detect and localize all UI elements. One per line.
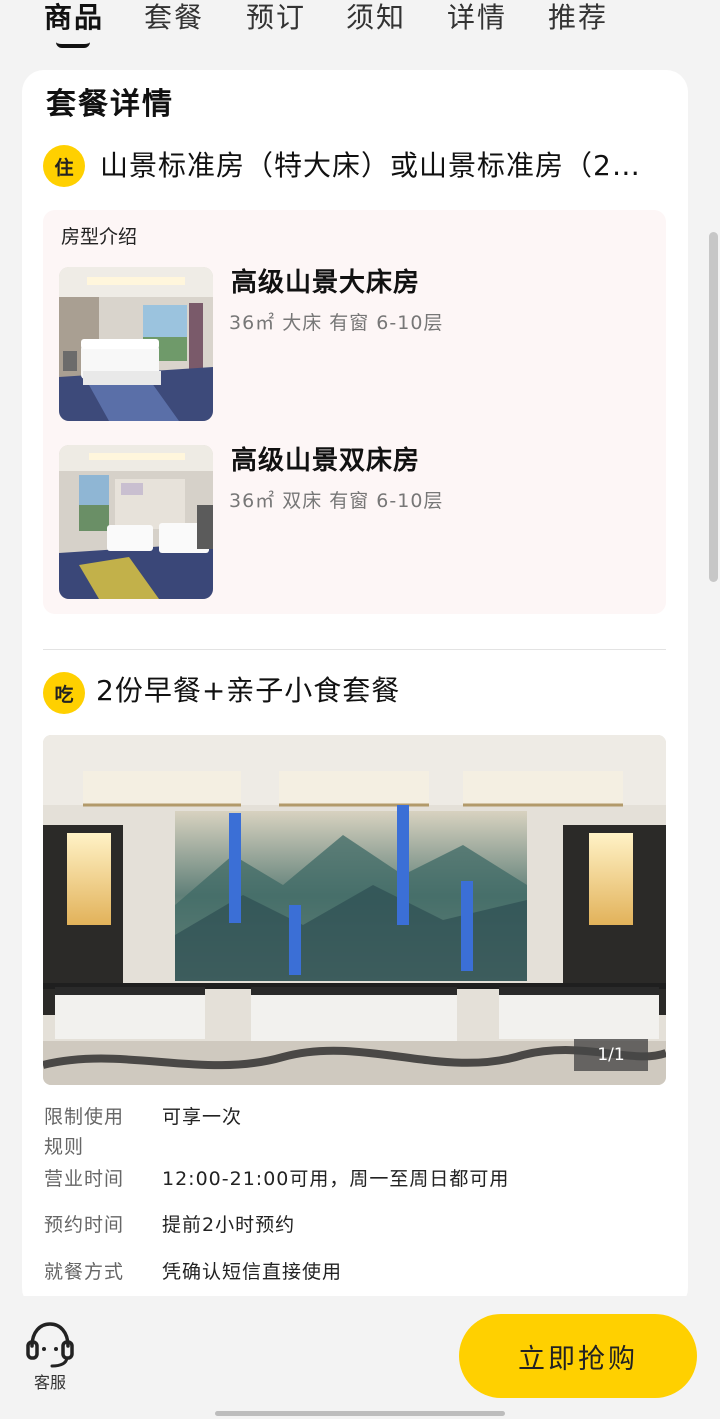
- room-photo-king[interactable]: [59, 267, 213, 421]
- section-divider: [43, 649, 666, 650]
- room-intro-label: 房型介绍: [61, 226, 138, 248]
- room-photo-king-image: [59, 267, 213, 421]
- room-name-king[interactable]: 高级山景大床房: [231, 266, 420, 300]
- room-spec-twin: 36㎡ 双床 有窗 6-10层: [229, 490, 444, 512]
- customer-service-button[interactable]: 客服: [22, 1316, 78, 1396]
- stay-heading[interactable]: 山景标准房（特大床）或山景标准房（2…: [100, 146, 660, 186]
- customer-service-label: 客服: [33, 1373, 66, 1392]
- lobby-photo[interactable]: 1/1: [43, 735, 666, 1085]
- info-value-usage-rule: 可享一次: [162, 1106, 243, 1128]
- photo-counter: 1/1: [574, 1039, 648, 1071]
- info-value-hours: 12:00-21:00可用，周一至周日都可用: [162, 1168, 510, 1190]
- info-value-reservation: 提前2小时预约: [162, 1214, 296, 1236]
- dine-heading: 2份早餐+亲子小食套餐: [96, 674, 401, 707]
- dine-badge: 吃: [43, 672, 85, 714]
- package-details-card: 套餐详情 住 山景标准房（特大床）或山景标准房（2… 房型介绍 高级山景大床房 …: [22, 70, 688, 1310]
- buy-now-button[interactable]: 立即抢购: [459, 1314, 697, 1398]
- scrollbar-thumb[interactable]: [709, 232, 718, 582]
- stay-badge: 住: [43, 145, 85, 187]
- room-photo-twin[interactable]: [59, 445, 213, 599]
- active-tab-indicator: [56, 42, 90, 48]
- room-intro-box: 房型介绍 高级山景大床房 36㎡ 大床 有窗 6-10层 高级山景双床房 36㎡…: [43, 210, 666, 614]
- tab-goods[interactable]: 商品: [44, 0, 104, 40]
- room-spec-king: 36㎡ 大床 有窗 6-10层: [229, 312, 444, 334]
- room-name-twin[interactable]: 高级山景双床房: [231, 444, 420, 478]
- lobby-photo-image: [43, 735, 666, 1085]
- info-label-reservation: 预约时间: [44, 1214, 125, 1236]
- top-tab-bar: 商品 套餐 预订 须知 详情 推荐: [0, 0, 720, 62]
- tab-details[interactable]: 详情: [447, 0, 507, 40]
- tab-recommend[interactable]: 推荐: [548, 0, 608, 40]
- home-indicator[interactable]: [215, 1411, 505, 1416]
- bottom-action-bar: 客服 立即抢购: [0, 1296, 720, 1419]
- info-label-dining-method: 就餐方式: [44, 1261, 125, 1283]
- info-label-hours: 营业时间: [44, 1168, 125, 1190]
- tab-booking[interactable]: 预订: [246, 0, 306, 40]
- info-label-usage-rule: 限制使用规则: [44, 1106, 125, 1158]
- room-photo-twin-image: [59, 445, 213, 599]
- tab-package[interactable]: 套餐: [144, 0, 204, 40]
- card-title: 套餐详情: [46, 87, 174, 122]
- headset-icon: [26, 1322, 74, 1368]
- tab-notice[interactable]: 须知: [346, 0, 406, 40]
- info-value-dining-method: 凭确认短信直接使用: [162, 1261, 343, 1283]
